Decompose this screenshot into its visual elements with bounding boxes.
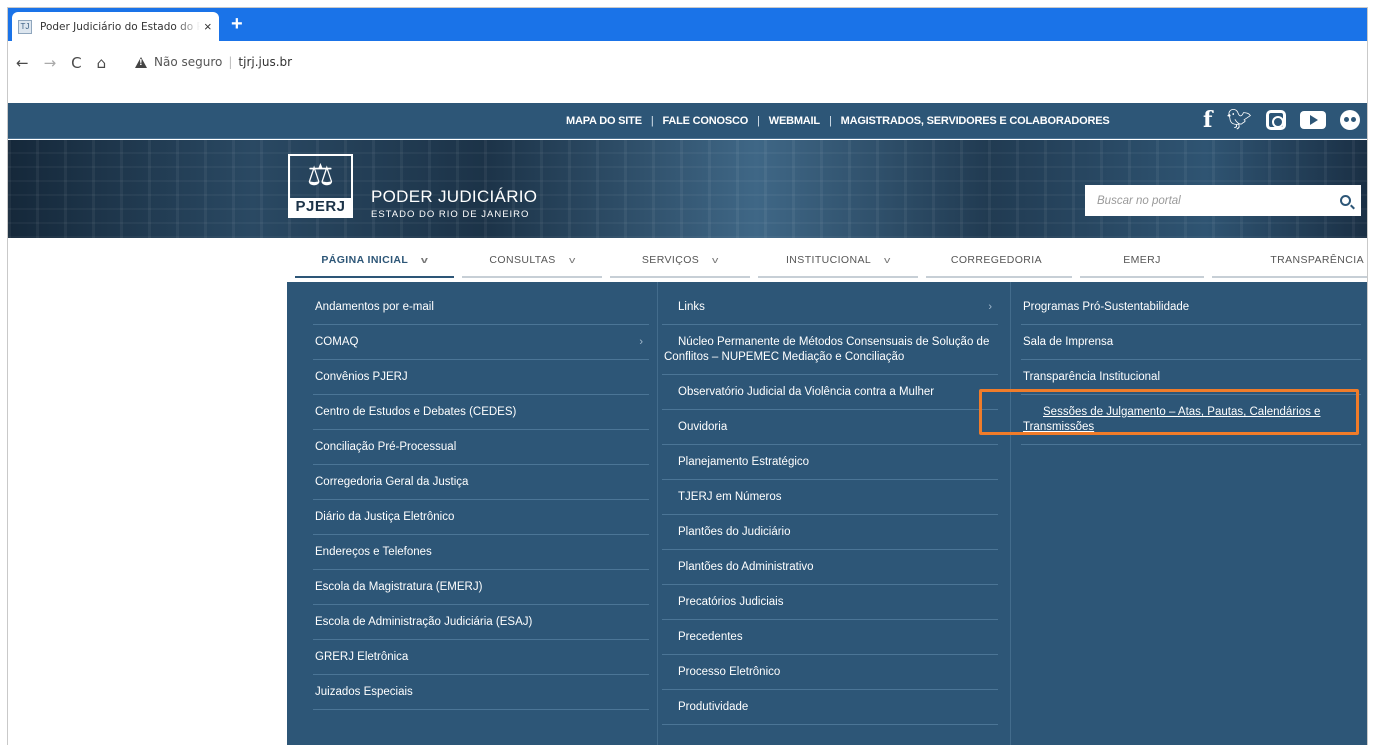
menu-item[interactable]: Ouvidoria (662, 410, 998, 445)
nav-underline (1212, 276, 1367, 278)
facebook-icon[interactable]: f (1203, 109, 1212, 131)
browser-window: TJ Poder Judiciário do Estado do Rio de … (7, 7, 1368, 745)
nav-underline (1080, 276, 1204, 278)
search-icon[interactable] (1340, 195, 1351, 206)
chevron-down-icon: v (884, 255, 891, 265)
divider: | (757, 115, 760, 127)
menu-item[interactable]: Precatórios Judiciais (662, 585, 998, 620)
divider: | (828, 115, 832, 127)
main-nav: PÁGINA INICIAL v CONSULTAS v SERVIÇOS v … (287, 238, 1367, 282)
menu-item[interactable]: Escola da Magistratura (EMERJ) (313, 570, 649, 605)
omnibox[interactable]: Não seguro | tjrj.jus.br (135, 55, 292, 69)
brand-title: PODER JUDICIÁRIO (371, 187, 538, 206)
url-text[interactable]: tjrj.jus.br (238, 55, 292, 69)
menu-item[interactable]: GRERJ Eletrônica (313, 640, 649, 675)
menu-item[interactable]: TJERJ em Números (662, 480, 998, 515)
warning-icon (135, 56, 147, 68)
nav-label: EMERJ (1123, 254, 1161, 266)
nav-label: PÁGINA INICIAL (321, 254, 409, 266)
menu-item[interactable]: Sala de Imprensa (1021, 325, 1361, 360)
scales-icon: ⚖ (307, 159, 334, 192)
link-magistrados[interactable]: MAGISTRADOS, SERVIDORES E COLABORADORES (841, 115, 1110, 127)
menu-item[interactable]: Núcleo Permanente de Métodos Consensuais… (662, 325, 998, 375)
menu-item[interactable]: Juizados Especiais (313, 675, 649, 710)
instagram-icon[interactable] (1265, 110, 1286, 130)
nav-label: CONSULTAS (489, 254, 556, 266)
close-tab-icon[interactable]: × (204, 19, 212, 34)
menu-item[interactable]: Andamentos por e-mail (313, 290, 649, 325)
brand-subtitle: ESTADO DO RIO DE JANEIRO (371, 209, 530, 220)
chevron-right-icon: › (988, 301, 992, 313)
flickr-icon[interactable] (1339, 110, 1360, 130)
youtube-icon[interactable] (1299, 111, 1326, 129)
pjerj-logo[interactable]: ⚖ PJERJ (288, 154, 353, 218)
security-label[interactable]: Não seguro (154, 55, 222, 69)
brand-name[interactable]: PODER JUDICIÁRIO ESTADO DO RIO DE JANEIR… (371, 187, 537, 220)
column-divider (1010, 282, 1011, 745)
menu-item[interactable]: Plantões do Administrativo (662, 550, 998, 585)
menu-item[interactable]: Planejamento Estratégico (662, 445, 998, 480)
utility-bar: MAPA DO SITE | FALE CONOSCO | WEBMAIL | … (8, 103, 1367, 139)
address-bar: ← → C ⌂ Não seguro | tjrj.jus.br (8, 41, 1367, 103)
nav-label: TRANSPARÊNCIA (1270, 254, 1364, 266)
menu-item-label: COMAQ (315, 336, 359, 348)
nav-underline (758, 276, 918, 278)
nav-label: SERVIÇOS (641, 254, 700, 266)
menu-item[interactable]: Produtividade (662, 690, 998, 725)
tab-title: Poder Judiciário do Estado do Rio de Jan… (40, 20, 200, 33)
omnibox-separator: | (228, 55, 233, 69)
back-icon[interactable]: ← (16, 54, 29, 72)
chevron-down-icon: v (421, 255, 429, 265)
search-input[interactable] (1097, 194, 1340, 207)
column-divider (657, 282, 658, 745)
favicon-icon: TJ (18, 19, 32, 34)
logo-text: PJERJ (290, 198, 351, 216)
nav-underline (610, 276, 750, 278)
menu-item[interactable]: Observatório Judicial da Violência contr… (662, 375, 998, 410)
tab-strip: TJ Poder Judiciário do Estado do Rio de … (8, 8, 1367, 41)
menu-item[interactable]: Escola de Administração Judiciária (ESAJ… (313, 605, 649, 640)
menu-column-2: Links › Núcleo Permanente de Métodos Con… (661, 290, 998, 725)
twitter-icon[interactable]: 🐦︎ (1226, 109, 1251, 131)
highlight-annotation (979, 389, 1359, 435)
mega-menu: Andamentos por e-mail COMAQ › Convênios … (287, 282, 1367, 745)
menu-item[interactable]: Programas Pró-Sustentabilidade (1021, 290, 1361, 325)
menu-item[interactable]: Conciliação Pré-Processual (313, 430, 649, 465)
nav-underline (926, 276, 1072, 278)
menu-item[interactable]: Convênios PJERJ (313, 360, 649, 395)
chevron-right-icon: › (639, 336, 643, 348)
menu-item[interactable]: Plantões do Judiciário (662, 515, 998, 550)
nav-label: INSTITUCIONAL (785, 254, 872, 266)
menu-item[interactable]: Precedentes (662, 620, 998, 655)
menu-item[interactable]: Centro de Estudos e Debates (CEDES) (313, 395, 649, 430)
link-mapa-do-site[interactable]: MAPA DO SITE (566, 115, 642, 127)
nav-underline (462, 276, 602, 278)
menu-column-1: Andamentos por e-mail COMAQ › Convênios … (313, 290, 649, 710)
chevron-down-icon: v (568, 255, 576, 265)
chevron-down-icon: v (712, 255, 720, 265)
menu-item-label: Links (678, 301, 705, 313)
header-banner: ⚖ PJERJ PODER JUDICIÁRIO ESTADO DO RIO D… (8, 140, 1367, 238)
menu-item[interactable]: Corregedoria Geral da Justiça (313, 465, 649, 500)
divider: | (650, 115, 654, 127)
nav-underline (295, 276, 454, 278)
search-box (1085, 185, 1361, 216)
menu-item-comaq[interactable]: COMAQ › (313, 325, 649, 360)
menu-item[interactable]: Diário da Justiça Eletrônico (313, 500, 649, 535)
forward-icon[interactable]: → (44, 54, 57, 72)
new-tab-button[interactable]: + (231, 13, 243, 35)
menu-item[interactable]: Endereços e Telefones (313, 535, 649, 570)
home-icon[interactable]: ⌂ (97, 54, 107, 72)
link-fale-conosco[interactable]: FALE CONOSCO (663, 115, 749, 127)
reload-icon[interactable]: C (71, 54, 81, 72)
nav-label: CORREGEDORIA (950, 254, 1042, 266)
menu-item-links[interactable]: Links › (662, 290, 998, 325)
menu-item[interactable]: Processo Eletrônico (662, 655, 998, 690)
link-webmail[interactable]: WEBMAIL (769, 115, 820, 127)
browser-tab[interactable]: TJ Poder Judiciário do Estado do Rio de … (12, 12, 219, 41)
